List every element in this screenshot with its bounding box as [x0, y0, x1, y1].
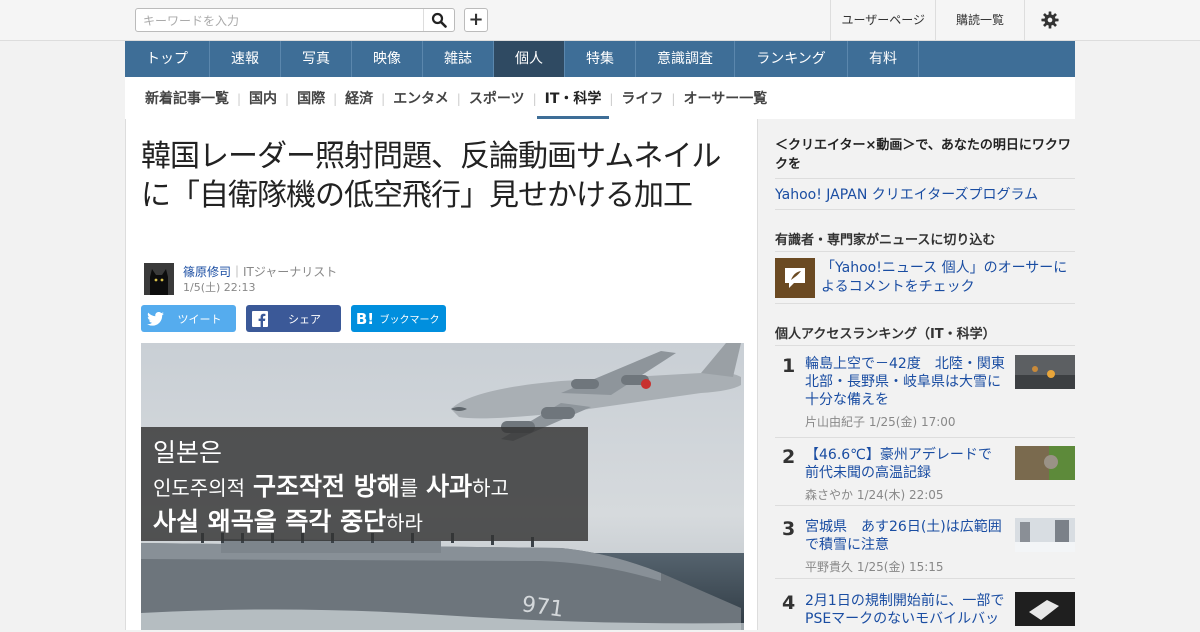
nav-breaking[interactable]: 速報 [210, 41, 281, 77]
search-box [135, 8, 455, 32]
rank-number: 1 [782, 355, 796, 377]
rank-number: 4 [782, 592, 796, 614]
rank-number: 3 [782, 518, 796, 540]
article: 韓国レーダー照射問題、反論動画サムネイルに「自衛隊機の低空飛行」見せかける加工 … [125, 119, 758, 630]
ranking-item[interactable]: 2 【46.6℃】豪州アデレードで前代未聞の高温記録 森さやか 1/24(木) … [775, 446, 1075, 502]
rank-title-link[interactable]: 【46.6℃】豪州アデレードで前代未聞の高温記録 [805, 446, 1005, 482]
nav-paid[interactable]: 有料 [848, 41, 919, 77]
avatar[interactable] [144, 263, 174, 295]
rank-title-link[interactable]: 宮城県 あす26日(土)は広範囲で積雪に注意 [805, 518, 1005, 554]
divider [775, 303, 1075, 304]
article-photo[interactable]: 971 일본은 인도주의적 구조작전 방해를 사과하고 사실 왜곡을 즉각 중단하라 [141, 343, 744, 630]
rank-thumbnail[interactable] [1015, 592, 1075, 626]
search-button[interactable] [423, 9, 454, 31]
facebook-icon [246, 310, 274, 327]
ranking-heading: 個人アクセスランキング（IT・科学） [775, 327, 996, 342]
cat-avatar-icon [144, 263, 174, 295]
subnav-authors[interactable]: オーサー一覧 [675, 77, 775, 119]
hatena-bookmark-label: ブックマーク [379, 315, 440, 326]
sidebar: ＜クリエイター×動画＞で、あなたの明日にワクワクを Yahoo! JAPAN ク… [758, 119, 1075, 630]
subnav-sports[interactable]: スポーツ [461, 77, 533, 119]
nav-individual[interactable]: 個人 [494, 41, 565, 77]
creators-program-link[interactable]: Yahoo! JAPAN クリエイターズプログラム [775, 184, 1075, 204]
nav-video[interactable]: 映像 [352, 41, 423, 77]
photo-caption-line2: 인도주의적 구조작전 방해를 사과하고 [153, 472, 509, 501]
caption-segment: 사과 [426, 472, 472, 501]
subnav-international[interactable]: 国際 [289, 77, 333, 119]
user-page-link[interactable]: ユーザーページ [830, 0, 935, 40]
search-icon [431, 12, 447, 28]
rank-title-link[interactable]: 輪島上空で－42度 北陸・関東北部・長野県・岐阜県は大雪に十分な備えを [805, 355, 1005, 409]
twitter-share-label: ツイート [177, 312, 222, 326]
nav-magazine[interactable]: 雑誌 [423, 41, 494, 77]
caption-segment: 사실 왜곡을 즉각 중단 [153, 507, 386, 536]
photo-caption-line1: 일본은 [153, 438, 222, 467]
caption-segment: 하고 [472, 476, 509, 500]
author-line: 篠原修司｜ITジャーナリスト [183, 263, 337, 280]
author-role: ｜ITジャーナリスト [231, 265, 338, 279]
rank-thumbnail[interactable] [1015, 518, 1075, 552]
photo-caption-line3: 사실 왜곡을 즉각 중단하라 [153, 507, 423, 536]
divider [775, 251, 1075, 252]
twitter-bird-icon [141, 311, 169, 326]
search-input[interactable] [141, 10, 425, 32]
publish-date: 1/5(土) 22:13 [183, 281, 256, 294]
divider [775, 178, 1075, 179]
sub-nav: 新着記事一覧 | 国内 | 国際 | 経済 | エンタメ | スポーツ | IT… [125, 77, 1075, 119]
rank-thumbnail[interactable] [1015, 446, 1075, 480]
experts-comment-link[interactable]: 「Yahoo!ニュース 個人」のオーサーによるコメントをチェック [821, 259, 1073, 297]
caption-segment: 를 [400, 476, 418, 500]
subnav-it-science[interactable]: IT・科学 [536, 77, 610, 119]
subnav-life[interactable]: ライフ [613, 77, 671, 119]
facebook-share-button[interactable]: シェア [246, 305, 341, 332]
twitter-share-button[interactable]: ツイート [141, 305, 236, 332]
subnav-domestic[interactable]: 国内 [241, 77, 285, 119]
facebook-share-label: シェア [288, 312, 321, 326]
nav-photo[interactable]: 写真 [281, 41, 352, 77]
expert-comment-icon[interactable] [775, 258, 815, 298]
experts-heading: 有識者・専門家がニュースに切り込む [775, 233, 996, 248]
article-title: 韓国レーダー照射問題、反論動画サムネイルに「自衛隊機の低空飛行」見せかける加工 [141, 139, 721, 213]
subscriptions-link[interactable]: 購読一覧 [934, 0, 1024, 40]
nav-ranking[interactable]: ランキング [735, 41, 848, 77]
rank-meta: 平野貴久 1/25(金) 15:15 [805, 560, 944, 574]
caption-segment: 인도주의적 [153, 476, 245, 500]
nav-top[interactable]: トップ [125, 41, 210, 77]
divider [775, 437, 1075, 438]
rank-number: 2 [782, 446, 796, 468]
divider [775, 345, 1075, 346]
nav-survey[interactable]: 意識調査 [636, 41, 735, 77]
divider [775, 578, 1075, 579]
divider [775, 505, 1075, 506]
caption-segment: 구조작전 방해 [253, 472, 400, 501]
caption-segment: 하라 [386, 511, 423, 535]
ranking-item[interactable]: 1 輪島上空で－42度 北陸・関東北部・長野県・岐阜県は大雪に十分な備えを 片山… [775, 355, 1075, 435]
promo-title: ＜クリエイター×動画＞で、あなたの明日にワクワクを [775, 138, 1071, 172]
hatena-bookmark-icon: B! [355, 309, 375, 328]
divider [775, 209, 1075, 210]
article-photo-image: 971 일본은 인도주의적 구조작전 방해를 사과하고 사실 왜곡을 즉각 중단하라 [141, 343, 744, 630]
ranking-item[interactable]: 4 2月1日の規制開始前に、一部でPSEマークのないモバイルバッ [775, 592, 1075, 632]
settings-button[interactable] [1024, 0, 1075, 40]
author-name-link[interactable]: 篠原修司 [183, 265, 231, 279]
rank-meta: 片山由紀子 1/25(金) 17:00 [805, 415, 956, 429]
subnav-entertainment[interactable]: エンタメ [385, 77, 457, 119]
rank-thumbnail[interactable] [1015, 355, 1075, 389]
hatena-bookmark-button[interactable]: B! ブックマーク [351, 305, 446, 332]
add-button[interactable]: + [464, 8, 488, 32]
top-bar: + ユーザーページ 購読一覧 [0, 0, 1200, 41]
rank-title-link[interactable]: 2月1日の規制開始前に、一部でPSEマークのないモバイルバッ [805, 592, 1005, 628]
gear-icon [1041, 11, 1059, 29]
plus-icon: + [468, 9, 484, 30]
nav-feature[interactable]: 特集 [565, 41, 636, 77]
main-nav: トップ 速報 写真 映像 雑誌 個人 特集 意識調査 ランキング 有料 [125, 41, 1075, 77]
ranking-item[interactable]: 3 宮城県 あす26日(土)は広範囲で積雪に注意 平野貴久 1/25(金) 15… [775, 518, 1075, 574]
rank-meta: 森さやか 1/24(木) 22:05 [805, 488, 944, 502]
subnav-new-articles[interactable]: 新着記事一覧 [137, 77, 237, 119]
subnav-economy[interactable]: 経済 [337, 77, 381, 119]
